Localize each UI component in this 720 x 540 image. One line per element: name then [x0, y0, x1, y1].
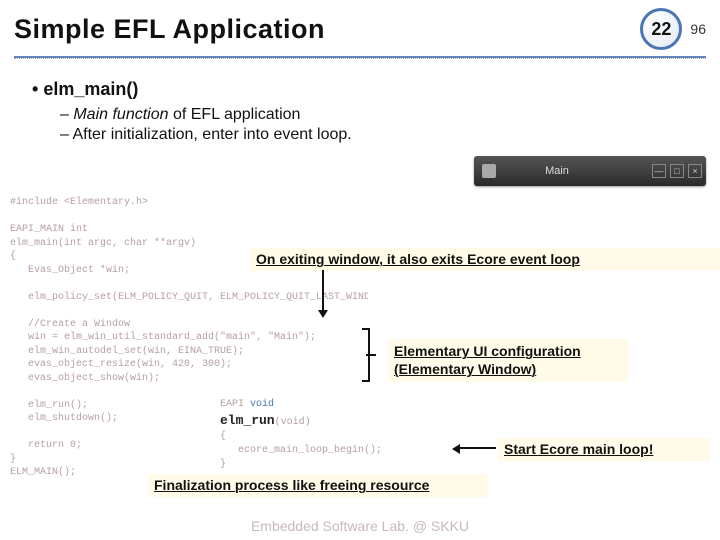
content: elm_main() Main function of EFL applicat… — [0, 59, 720, 144]
slide-total: 96 — [690, 21, 706, 37]
bullet-2a-rest: of EFL application — [169, 106, 301, 123]
bullet-2a-italic: Main function — [73, 106, 168, 123]
code-block-elmrun: EAPI void elm_run(void) { ecore_main_loo… — [220, 398, 460, 458]
annotation-line: (Elementary Window) — [394, 361, 536, 377]
close-icon: × — [688, 164, 702, 178]
code-text: } — [220, 459, 226, 470]
annotation-start-loop: Start Ecore main loop! — [498, 438, 710, 461]
code-block-main: #include <Elementary.h> EAPI_MAIN int el… — [10, 196, 368, 496]
title-bar: Simple EFL Application 22 96 — [0, 0, 720, 54]
bracket-icon — [362, 328, 370, 382]
maximize-icon: □ — [670, 164, 684, 178]
annotation-line: Elementary UI configuration — [394, 343, 581, 359]
code-text: { — [220, 431, 226, 442]
code-text: (void) — [275, 417, 311, 428]
code-text: EAPI — [220, 399, 250, 410]
window-title: Main — [502, 165, 652, 177]
slide-number: 22 — [640, 8, 682, 50]
annotation-ui-config: Elementary UI configuration (Elementary … — [388, 339, 628, 382]
slide-number-badge: 22 96 — [640, 8, 706, 50]
minimize-icon: — — [652, 164, 666, 178]
bullet-2a: Main function of EFL application — [60, 106, 694, 124]
bullet-2b: After initialization, enter into event l… — [60, 126, 694, 144]
code-keyword: void — [250, 399, 274, 410]
window-icon — [482, 164, 496, 178]
bullet-1: elm_main() — [32, 79, 694, 100]
annotation-finalization: Finalization process like freeing resour… — [148, 474, 488, 497]
code-elmrun: elm_run — [220, 413, 275, 428]
code-text: ecore_main_loop_begin(); — [220, 445, 382, 456]
window-preview: Main — □ × — [474, 156, 706, 186]
slide-title: Simple EFL Application — [14, 14, 325, 45]
annotation-exit-loop: On exiting window, it also exits Ecore e… — [250, 248, 720, 271]
footer: Embedded Software Lab. @ SKKU — [0, 518, 720, 534]
